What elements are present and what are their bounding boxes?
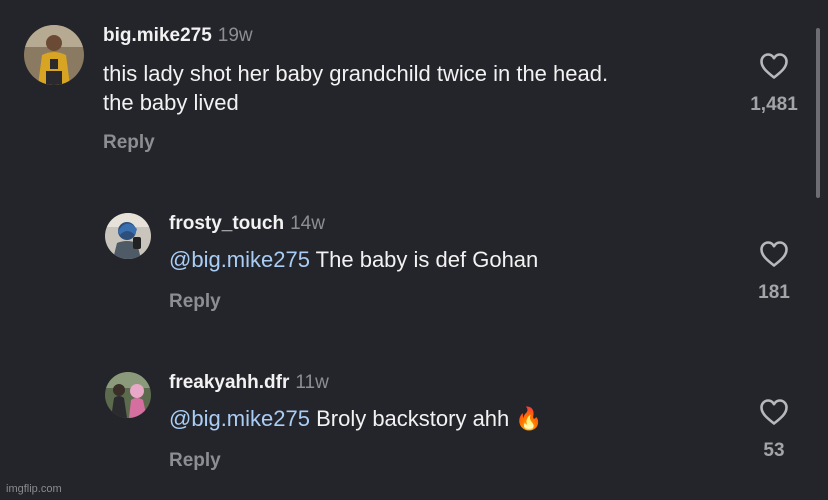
comment-text-content: The baby is def Gohan (309, 247, 539, 272)
comment-text: this lady shot her baby grandchild twice… (103, 59, 723, 117)
timestamp: 14w (290, 213, 325, 234)
like-count: 181 (758, 282, 790, 303)
avatar[interactable] (105, 372, 151, 418)
like-button[interactable]: 53 (744, 398, 804, 462)
heart-outline-icon[interactable] (759, 52, 789, 80)
username-text[interactable]: freakyahh.dfr (169, 372, 289, 393)
like-count: 53 (763, 440, 785, 461)
username[interactable]: frosty_touch 14w (169, 213, 325, 235)
heart-outline-icon[interactable] (759, 398, 789, 426)
username-text[interactable]: frosty_touch (169, 213, 284, 234)
comment-text: @big.mike275 The baby is def Gohan (169, 245, 789, 274)
reply-comment-item: frosty_touch 14w @big.mike275 The baby is… (0, 180, 828, 340)
username[interactable]: big.mike275 19w (103, 25, 253, 47)
comment-text: @big.mike275 Broly backstory ahh 🔥 (169, 404, 789, 433)
scrollbar[interactable] (816, 28, 820, 198)
like-button[interactable]: 1,481 (744, 52, 804, 116)
timestamp: 11w (295, 372, 329, 393)
comment-text-line: the baby lived (103, 90, 239, 115)
fire-emoji: 🔥 (515, 406, 543, 431)
comment-text-content: Broly backstory ahh (309, 406, 516, 431)
avatar[interactable] (105, 213, 151, 259)
user-mention-link[interactable]: @big.mike275 (169, 406, 310, 431)
reply-button[interactable]: Reply (103, 132, 155, 154)
timestamp: 19w (217, 25, 253, 46)
watermark: imgflip.com (6, 483, 62, 495)
username[interactable]: freakyahh.dfr 11w (169, 372, 329, 394)
like-count: 1,481 (750, 94, 798, 115)
reply-button[interactable]: Reply (169, 450, 221, 472)
comment-item: big.mike275 19w this lady shot her baby g… (0, 0, 828, 180)
heart-outline-icon[interactable] (759, 240, 789, 268)
username-text[interactable]: big.mike275 (103, 25, 212, 46)
reply-button[interactable]: Reply (169, 291, 221, 313)
like-button[interactable]: 181 (744, 240, 804, 304)
reply-comment-item: freakyahh.dfr 11w @big.mike275 Broly back… (0, 340, 828, 500)
comment-text-line: this lady shot her baby grandchild twice… (103, 61, 609, 86)
avatar[interactable] (24, 25, 84, 85)
user-mention-link[interactable]: @big.mike275 (169, 247, 310, 272)
